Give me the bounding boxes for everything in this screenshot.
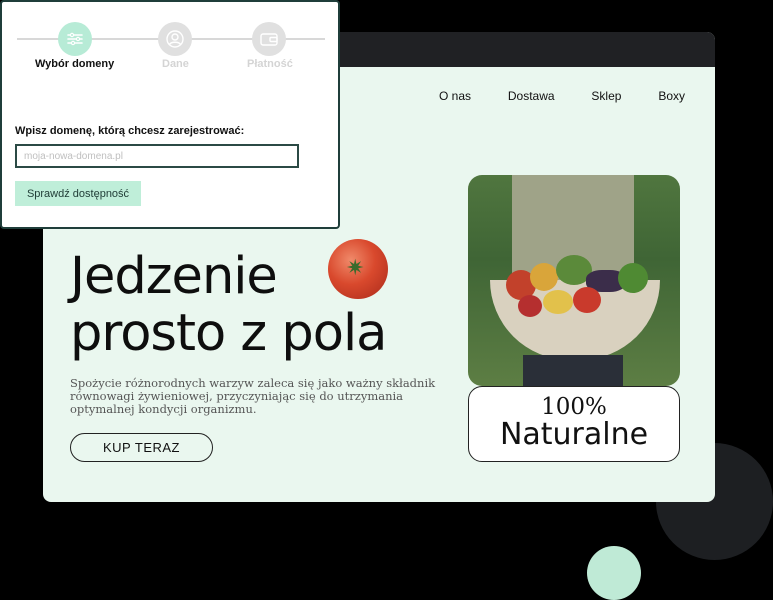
- natural-badge: 100% Naturalne: [468, 386, 680, 462]
- check-availability-button[interactable]: Sprawdź dostępność: [15, 181, 141, 206]
- wallet-icon: [260, 33, 278, 46]
- nav-item-boxy[interactable]: Boxy: [658, 89, 685, 103]
- hero-headline-line2: prosto z pola: [70, 304, 387, 364]
- buy-now-button[interactable]: KUP TERAZ: [70, 433, 213, 462]
- step-2-label: Dane: [162, 58, 189, 70]
- domain-input[interactable]: [15, 144, 299, 168]
- domain-wizard-card: Wybór domeny Dane Płatność Wpisz domenę,…: [0, 0, 340, 229]
- natural-badge-word: Naturalne: [499, 417, 649, 452]
- site-nav: O nas Dostawa Sklep Boxy: [439, 89, 685, 103]
- step-3-label: Płatność: [247, 58, 293, 70]
- step-3-circle[interactable]: [252, 22, 286, 56]
- domain-field-label: Wpisz domenę, którą chcesz zarejestrować…: [15, 125, 245, 137]
- nav-item-o-nas[interactable]: O nas: [439, 89, 471, 103]
- nav-item-dostawa[interactable]: Dostawa: [508, 89, 555, 103]
- sliders-icon: [67, 32, 83, 46]
- step-2-circle[interactable]: [158, 22, 192, 56]
- user-icon: [166, 30, 184, 48]
- step-1-label: Wybór domeny: [35, 58, 115, 70]
- natural-badge-percent: 100%: [541, 394, 607, 420]
- tomato-icon: ✷: [328, 239, 388, 299]
- vegetables-photo: [468, 175, 680, 386]
- decorative-mint-circle: [587, 546, 641, 600]
- hero-description: Spożycie różnorodnych warzyw zaleca się …: [70, 376, 436, 417]
- step-1-circle[interactable]: [58, 22, 92, 56]
- nav-item-sklep[interactable]: Sklep: [591, 89, 621, 103]
